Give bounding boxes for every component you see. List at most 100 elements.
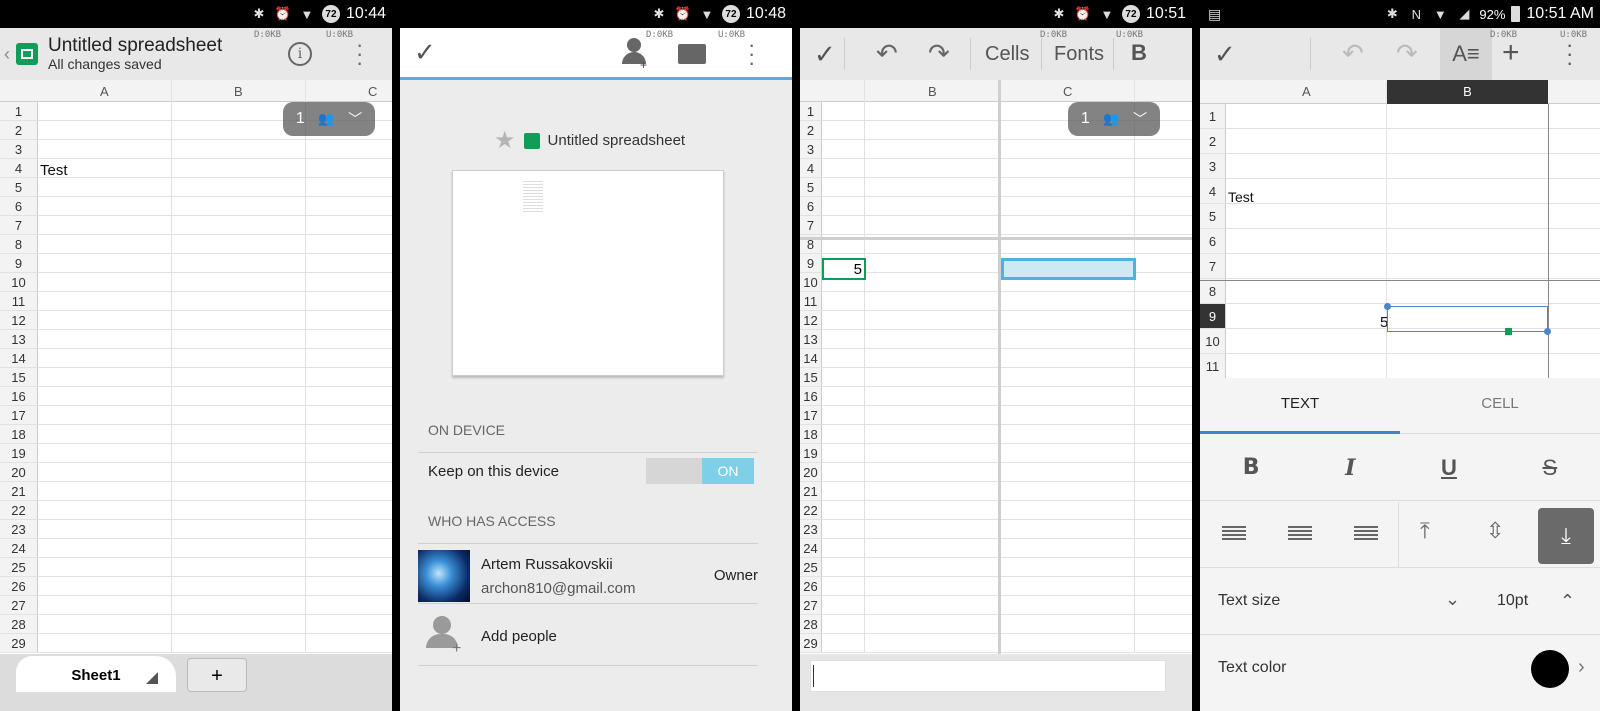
row-number[interactable]: 20 <box>800 463 822 482</box>
row-number[interactable]: 22 <box>0 501 38 520</box>
undo-icon[interactable]: ↶ <box>876 38 898 69</box>
row-number[interactable]: 24 <box>0 539 38 558</box>
selection-handle[interactable] <box>1544 328 1551 335</box>
document-thumbnail[interactable] <box>452 170 724 376</box>
row-number[interactable]: 1 <box>1200 104 1226 129</box>
keep-on-device-toggle[interactable]: ON <box>646 458 754 484</box>
color-swatch[interactable] <box>1531 650 1569 688</box>
row-number[interactable]: 20 <box>0 463 38 482</box>
align-center-icon[interactable] <box>1288 526 1312 542</box>
fonts-button[interactable]: Fonts <box>1054 43 1104 66</box>
spreadsheet-grid[interactable]: 1 2 3 4 5 6 7 8 9 10 11 12 13 14 15 16 17 18 19 20 21 22 23 24 2… <box>800 80 1192 654</box>
row-number[interactable]: 22 <box>800 501 822 520</box>
row-number[interactable]: 17 <box>800 406 822 425</box>
row-number[interactable]: 27 <box>0 596 38 615</box>
overflow-menu-icon[interactable]: · · · <box>356 34 363 74</box>
column-header-b[interactable]: B <box>928 84 937 99</box>
done-check-icon[interactable]: ✓ <box>414 37 436 68</box>
row-number[interactable]: 24 <box>800 539 822 558</box>
row-number[interactable]: 12 <box>0 311 38 330</box>
row-number[interactable]: 29 <box>800 634 822 653</box>
row-number[interactable]: 28 <box>800 615 822 634</box>
row-number[interactable]: 27 <box>800 596 822 615</box>
back-chevron-icon[interactable]: ‹ <box>4 44 10 65</box>
row-number[interactable]: 7 <box>800 216 822 235</box>
info-icon[interactable]: i <box>288 42 312 66</box>
row-number[interactable]: 15 <box>0 368 38 387</box>
row-number[interactable]: 19 <box>0 444 38 463</box>
row-number[interactable]: 3 <box>1200 154 1226 179</box>
bold-button[interactable]: B <box>1131 40 1147 66</box>
add-sheet-button[interactable]: + <box>187 658 247 692</box>
insert-plus-icon[interactable]: + <box>1502 36 1520 70</box>
share-person-icon[interactable]: + <box>622 38 647 72</box>
redo-icon[interactable]: ↷ <box>1396 38 1418 69</box>
row-number[interactable]: 11 <box>0 292 38 311</box>
strikethrough-button[interactable]: S <box>1542 455 1557 481</box>
align-left-icon[interactable] <box>1222 526 1246 542</box>
column-header-c[interactable]: C <box>1063 84 1072 99</box>
row-number[interactable]: 26 <box>800 577 822 596</box>
selection-handle[interactable] <box>1384 303 1391 310</box>
row-number[interactable]: 16 <box>800 387 822 406</box>
row-number[interactable]: 25 <box>800 558 822 577</box>
done-check-icon[interactable]: ✓ <box>814 39 836 70</box>
row-number[interactable]: 14 <box>800 349 822 368</box>
underline-button[interactable]: U <box>1441 455 1457 481</box>
column-header-b[interactable]: B <box>234 84 243 99</box>
selected-cell-c9[interactable] <box>1001 258 1136 280</box>
align-right-icon[interactable] <box>1354 526 1378 542</box>
row-number[interactable]: 2 <box>800 121 822 140</box>
valign-bottom-icon[interactable]: ⤓ <box>1538 508 1594 564</box>
owner-row[interactable]: Artem Russakovskii archon810@gmail.com O… <box>418 548 758 604</box>
row-number[interactable]: 13 <box>800 330 822 349</box>
column-header-c[interactable]: C <box>368 84 377 99</box>
row-number[interactable]: 11 <box>800 292 822 311</box>
row-number[interactable]: 21 <box>0 482 38 501</box>
row-number[interactable]: 3 <box>800 140 822 159</box>
cell-a4[interactable]: Test <box>1228 189 1254 205</box>
row-number[interactable]: 8 <box>0 235 38 254</box>
valign-top-icon[interactable]: ⤒ <box>1420 518 1430 544</box>
cell-a4[interactable]: Test <box>40 162 68 179</box>
row-number[interactable]: 3 <box>0 140 38 159</box>
decrease-size-icon[interactable]: ⌄ <box>1445 589 1460 610</box>
row-number[interactable]: 9 <box>1200 304 1226 329</box>
row-number[interactable]: 12 <box>800 311 822 330</box>
row-number[interactable]: 5 <box>1200 204 1226 229</box>
row-number[interactable]: 18 <box>0 425 38 444</box>
row-number[interactable]: 2 <box>0 121 38 140</box>
row-number[interactable]: 1 <box>0 102 38 121</box>
row-number[interactable]: 5 <box>0 178 38 197</box>
row-number[interactable]: 18 <box>800 425 822 444</box>
row-number[interactable]: 15 <box>800 368 822 387</box>
text-color-row[interactable]: Text color › <box>1200 636 1600 702</box>
star-icon[interactable]: ★ <box>494 126 516 155</box>
row-number[interactable]: 4 <box>0 159 38 178</box>
row-number[interactable]: 4 <box>1200 179 1226 204</box>
spreadsheet-grid[interactable]: 1 2 3 4 5 6 7 8 9 10 11 12 13 14 15 16 17 18 19 20 21 22 23 24 2… <box>0 80 392 654</box>
row-number[interactable]: 1 <box>800 102 822 121</box>
collaborators-chip[interactable]: 1 👥 ﹀ <box>1068 102 1160 136</box>
row-number[interactable]: 10 <box>0 273 38 292</box>
overflow-menu-icon[interactable]: · · · <box>748 34 755 74</box>
italic-button[interactable]: I <box>1345 455 1355 481</box>
row-number[interactable]: 28 <box>0 615 38 634</box>
cell-a9-active[interactable]: 5 <box>822 258 866 280</box>
row-number[interactable]: 19 <box>800 444 822 463</box>
row-number[interactable]: 6 <box>0 197 38 216</box>
fill-handle[interactable] <box>1505 328 1512 335</box>
row-number[interactable]: 29 <box>0 634 38 653</box>
bold-button[interactable]: B <box>1243 455 1260 480</box>
row-number[interactable]: 7 <box>0 216 38 235</box>
text-format-icon[interactable]: A≡ <box>1440 28 1492 80</box>
title-block[interactable]: Untitled spreadsheet All changes saved <box>48 35 222 72</box>
row-number[interactable]: 4 <box>800 159 822 178</box>
done-check-icon[interactable]: ✓ <box>1214 39 1236 70</box>
spreadsheet-grid[interactable]: 1 2 3 4 5 6 7 8 9 10 11 <box>1200 82 1600 379</box>
row-number[interactable]: 23 <box>800 520 822 539</box>
selected-cell-b9[interactable] <box>1384 303 1551 335</box>
add-people-row[interactable]: + Add people <box>418 606 758 666</box>
row-number[interactable]: 10 <box>800 273 822 292</box>
row-number[interactable]: 16 <box>0 387 38 406</box>
